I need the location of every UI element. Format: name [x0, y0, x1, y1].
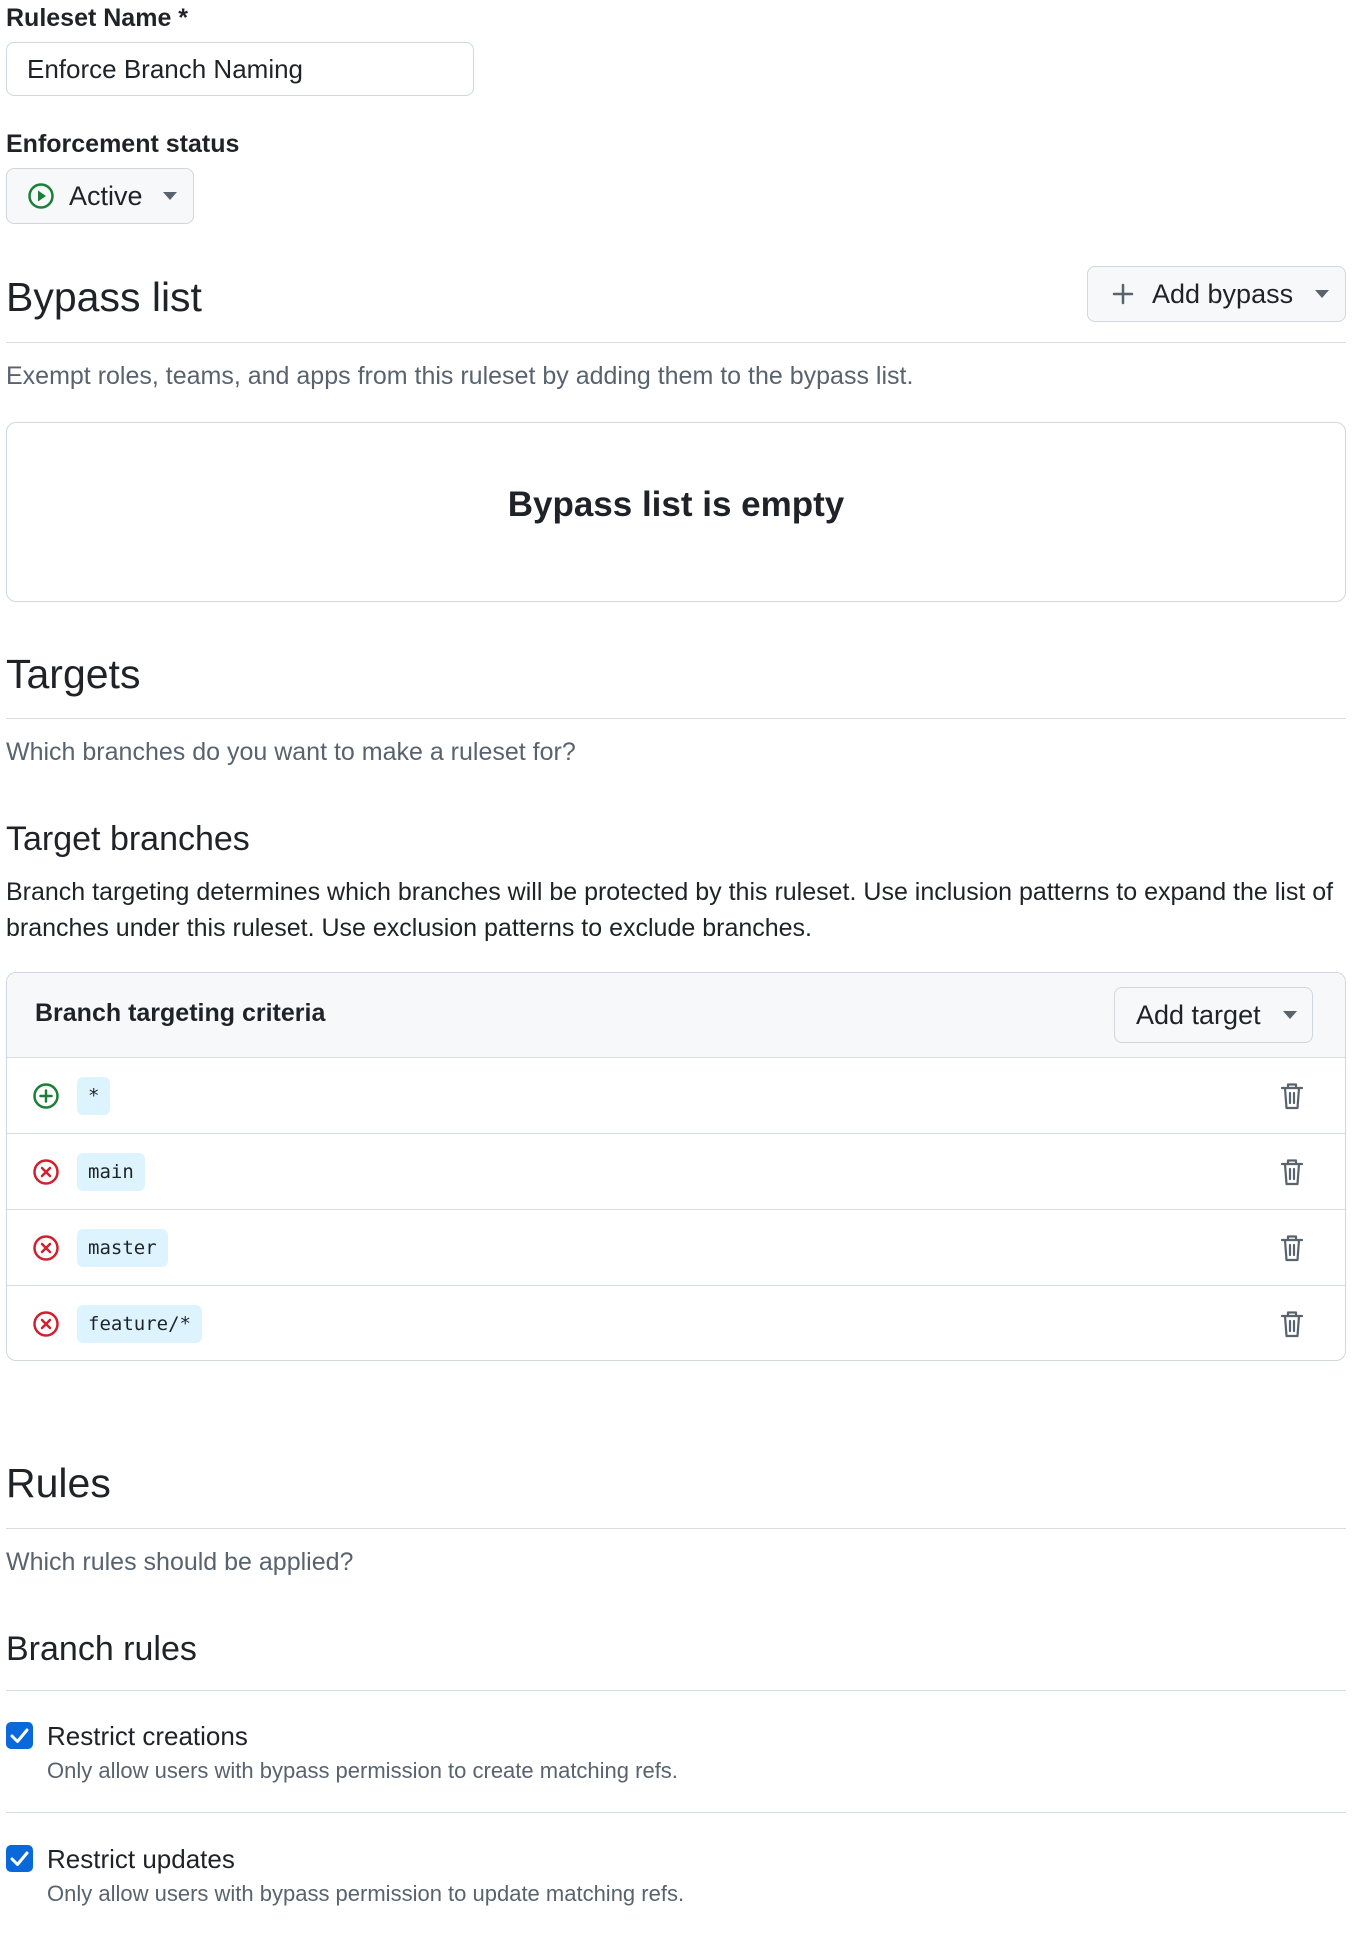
add-target-button[interactable]: Add target — [1114, 987, 1313, 1043]
divider — [6, 1690, 1346, 1691]
ruleset-name-input[interactable]: Enforce Branch Naming — [6, 42, 474, 96]
bypass-list-empty-text: Bypass list is empty — [507, 485, 845, 524]
x-circle-icon — [33, 1235, 59, 1261]
chevron-down-icon — [1282, 1011, 1297, 1019]
enforcement-status-dropdown[interactable]: Active — [6, 168, 194, 224]
trash-icon[interactable] — [1279, 1157, 1305, 1187]
restrict-creations-description: Only allow users with bypass permission … — [47, 1758, 678, 1783]
add-target-label: Add target — [1136, 999, 1261, 1030]
restrict-creations-checkbox[interactable] — [6, 1722, 33, 1749]
targets-title: Targets — [6, 651, 141, 697]
x-circle-icon — [33, 1311, 59, 1337]
trash-icon[interactable] — [1279, 1309, 1305, 1339]
add-bypass-label: Add bypass — [1152, 278, 1294, 309]
add-bypass-button[interactable]: Add bypass — [1087, 266, 1346, 322]
trash-icon[interactable] — [1279, 1233, 1305, 1263]
branch-targeting-criteria-label: Branch targeting criteria — [35, 999, 326, 1027]
restrict-updates-title: Restrict updates — [47, 1844, 235, 1874]
targets-description: Which branches do you want to make a rul… — [6, 738, 576, 766]
rules-title: Rules — [6, 1460, 111, 1506]
branch-targeting-header: Branch targeting criteria Add target — [7, 973, 1345, 1057]
divider — [6, 1812, 1346, 1813]
branch-pattern: * — [77, 1077, 111, 1115]
bypass-list-empty-state: Bypass list is empty — [6, 422, 1346, 602]
divider — [6, 342, 1346, 343]
branch-pattern: feature/* — [77, 1305, 202, 1343]
table-row: main — [7, 1133, 1345, 1209]
bypass-list-description: Exempt roles, teams, and apps from this … — [6, 362, 914, 390]
ruleset-name-label: Ruleset Name * — [6, 4, 189, 32]
chevron-down-icon — [162, 192, 177, 200]
divider — [6, 718, 1346, 719]
play-circle-icon — [28, 183, 54, 209]
branch-pattern: main — [77, 1153, 145, 1191]
restrict-updates-description: Only allow users with bypass permission … — [47, 1881, 685, 1906]
chevron-down-icon — [1315, 290, 1330, 298]
plus-circle-icon — [33, 1083, 59, 1109]
checkmark-icon — [10, 1851, 29, 1866]
trash-icon[interactable] — [1279, 1081, 1305, 1111]
enforcement-status-label: Enforcement status — [6, 130, 240, 158]
table-row: * — [7, 1057, 1345, 1133]
bypass-list-title: Bypass list — [6, 274, 202, 320]
divider — [6, 1528, 1346, 1529]
branch-rules-title: Branch rules — [6, 1630, 197, 1668]
rules-description: Which rules should be applied? — [6, 1548, 354, 1576]
x-circle-icon — [33, 1159, 59, 1185]
plus-icon — [1112, 283, 1134, 305]
table-row: master — [7, 1209, 1345, 1285]
checkmark-icon — [10, 1728, 29, 1743]
restrict-creations-title: Restrict creations — [47, 1721, 248, 1751]
enforcement-status-value: Active — [69, 180, 143, 211]
target-branches-title: Target branches — [6, 820, 250, 858]
table-row: feature/* — [7, 1285, 1345, 1360]
restrict-updates-checkbox[interactable] — [6, 1845, 33, 1872]
branch-pattern: master — [77, 1229, 168, 1267]
branch-targeting-panel: Branch targeting criteria Add target * m… — [6, 972, 1346, 1361]
target-branches-description: Branch targeting determines which branch… — [6, 878, 1334, 942]
